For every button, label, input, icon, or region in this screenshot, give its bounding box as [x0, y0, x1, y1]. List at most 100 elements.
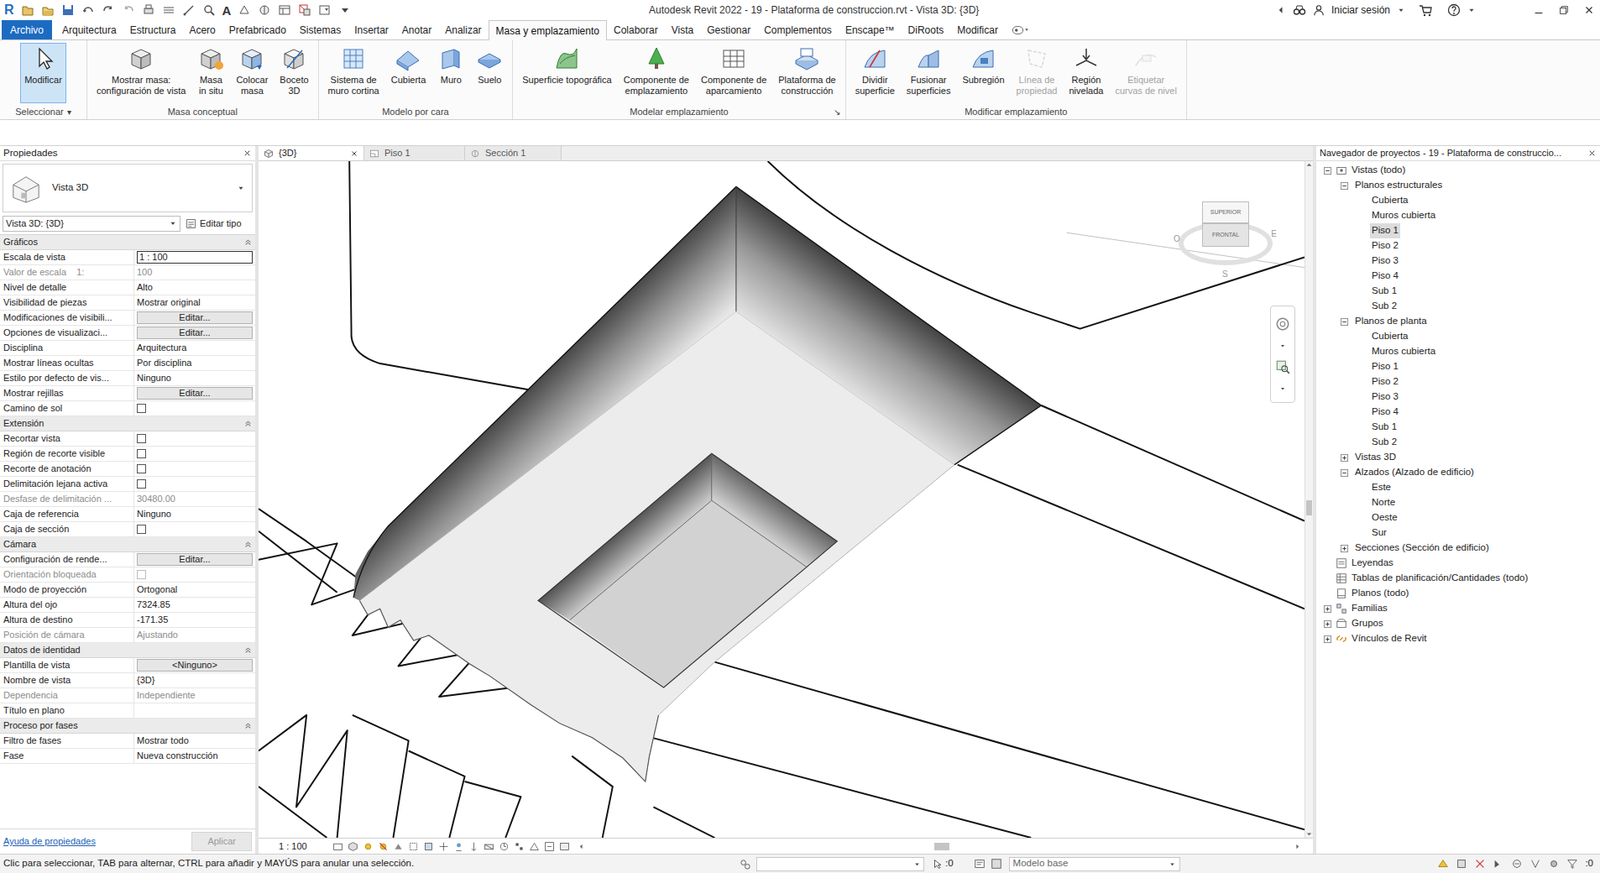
tree-item[interactable]: Piso 1: [1316, 359, 1600, 375]
property-value[interactable]: {3D}: [136, 673, 155, 688]
restore-icon[interactable]: [1558, 4, 1570, 16]
tree-item[interactable]: Secciones (Sección de edificio): [1316, 540, 1600, 556]
tree-item[interactable]: Este: [1316, 480, 1600, 496]
type-selector[interactable]: Vista 3D: [2, 163, 253, 213]
toolbar-icon[interactable]: [237, 3, 251, 17]
ribbon-tab[interactable]: Modificar: [950, 20, 1005, 40]
vertical-scrollbar[interactable]: [1304, 161, 1313, 838]
caret-icon[interactable]: [1279, 342, 1287, 350]
worksharing-icon[interactable]: [738, 857, 752, 871]
property-input[interactable]: 1 : 100: [136, 250, 253, 264]
panel-dropdown[interactable]: ▾: [67, 105, 72, 119]
ribbon-tab[interactable]: DiRoots: [901, 20, 952, 40]
toolbar-icon[interactable]: [298, 3, 312, 17]
tree-item[interactable]: Leyendas: [1316, 555, 1600, 571]
property-button[interactable]: Editar...: [136, 311, 253, 325]
property-value[interactable]: Ninguno: [136, 507, 172, 522]
property-value[interactable]: Arquitectura: [136, 340, 187, 356]
property-group-header[interactable]: Gráficos: [0, 235, 256, 251]
toolbar-icon[interactable]: [101, 3, 116, 17]
view-control-icon[interactable]: [559, 841, 570, 853]
cart-icon[interactable]: [1418, 3, 1433, 17]
ribbon-tab[interactable]: Acero: [182, 20, 222, 40]
tree-item[interactable]: Sub 1: [1316, 283, 1600, 299]
view-control-icon[interactable]: [498, 841, 510, 853]
ribbon-button[interactable]: Mostrar masa:configuración de vista: [92, 42, 190, 100]
toolbar-icon[interactable]: [41, 3, 55, 17]
ribbon-button[interactable]: Sistema demuro cortina: [324, 42, 384, 100]
ribbon-button[interactable]: Componente deaparcamiento: [696, 42, 771, 100]
tree-item[interactable]: Vistas (todo): [1316, 162, 1600, 178]
view-control-icon[interactable]: [332, 841, 344, 853]
status-tool-icon[interactable]: [1511, 857, 1523, 870]
ribbon-tab[interactable]: Masa y emplazamiento: [488, 20, 607, 41]
view-cube-front[interactable]: FRONTAL: [1202, 223, 1250, 247]
view-cube-top[interactable]: SUPERIOR: [1202, 201, 1250, 224]
view-control-icon[interactable]: [423, 841, 434, 853]
property-group-header[interactable]: Proceso por fases: [0, 718, 256, 734]
property-value[interactable]: -171.35: [136, 612, 168, 628]
property-value[interactable]: Mostrar original: [136, 295, 201, 310]
property-group-header[interactable]: Cámara: [0, 537, 256, 553]
ribbon-button[interactable]: Suelo: [471, 42, 508, 89]
back-arrow-icon[interactable]: [1275, 5, 1287, 16]
status-tool-icon[interactable]: [1492, 857, 1505, 870]
tree-item[interactable]: Sub 2: [1316, 298, 1600, 314]
ribbon-button[interactable]: Componente deemplazamiento: [619, 42, 694, 100]
minimize-icon[interactable]: [1532, 4, 1545, 16]
property-value[interactable]: 7324.85: [136, 597, 171, 612]
horizontal-scrollbar[interactable]: [588, 841, 1291, 851]
scroll-thumb[interactable]: [1306, 500, 1313, 516]
toolbar-icon[interactable]: [81, 3, 95, 17]
ribbon-tab[interactable]: Anotar: [395, 20, 439, 40]
property-value[interactable]: Alto: [136, 280, 153, 295]
view-scale[interactable]: 1 : 100: [258, 839, 333, 854]
tree-item[interactable]: Familias: [1316, 601, 1600, 617]
ribbon-button[interactable]: Superficie topográfica: [517, 42, 616, 89]
caret-icon[interactable]: [1279, 385, 1287, 393]
view-control-icon[interactable]: [468, 841, 480, 853]
view-control-icon[interactable]: [438, 841, 450, 853]
view-control-icon[interactable]: [453, 841, 465, 853]
help-link[interactable]: Ayuda de propiedades: [3, 834, 96, 849]
steering-wheel-icon[interactable]: [1275, 316, 1291, 332]
property-checkbox[interactable]: [136, 464, 147, 474]
toolbar-icon[interactable]: [277, 3, 292, 17]
property-value[interactable]: Ninguno: [136, 371, 172, 386]
view-control-icon[interactable]: [407, 841, 419, 853]
ribbon-tab[interactable]: Insertar: [347, 20, 396, 40]
ribbon-tab[interactable]: Sistemas: [292, 20, 348, 40]
tree-item[interactable]: Piso 4: [1316, 268, 1600, 284]
ribbon-button[interactable]: Colocarmasa: [231, 42, 272, 100]
tree-item[interactable]: Piso 2: [1316, 374, 1600, 390]
property-button[interactable]: Editar...: [136, 553, 253, 566]
property-button[interactable]: Editar...: [136, 386, 253, 400]
caret-icon[interactable]: [1396, 5, 1406, 15]
design-options-icon[interactable]: [990, 857, 1003, 870]
tree-item[interactable]: Piso 4: [1316, 404, 1600, 420]
selection-icon[interactable]: [932, 858, 944, 870]
ribbon-button[interactable]: Boceto3D: [275, 42, 313, 100]
property-checkbox[interactable]: [136, 403, 147, 414]
navigation-bar[interactable]: [1270, 305, 1296, 403]
tree-expander[interactable]: [1321, 632, 1334, 645]
view-tab[interactable]: Sección 1: [465, 146, 562, 161]
panel-toggle-icon[interactable]: [1009, 24, 1032, 37]
tree-item[interactable]: Muros cubierta: [1316, 344, 1600, 360]
tree-item[interactable]: Planos (todo): [1316, 585, 1600, 602]
tree-item[interactable]: Sub 2: [1316, 434, 1600, 450]
ribbon-button[interactable]: Muro: [433, 42, 469, 89]
scroll-thumb[interactable]: [934, 842, 950, 851]
compass-east[interactable]: E: [1270, 230, 1277, 239]
instance-dropdown[interactable]: Vista 3D: {3D}: [2, 215, 181, 232]
scroll-left-icon[interactable]: [577, 842, 586, 851]
close-icon[interactable]: [1583, 4, 1595, 16]
help-icon[interactable]: [1447, 3, 1461, 17]
property-group-header[interactable]: Datos de identidad: [0, 643, 256, 659]
tree-expander[interactable]: [1338, 466, 1350, 479]
workset-dropdown[interactable]: [756, 857, 925, 872]
view-control-icon[interactable]: [483, 841, 495, 853]
toolbar-icon[interactable]: [202, 3, 216, 17]
scroll-down-icon[interactable]: [1305, 830, 1313, 838]
view-control-icon[interactable]: [392, 841, 404, 853]
